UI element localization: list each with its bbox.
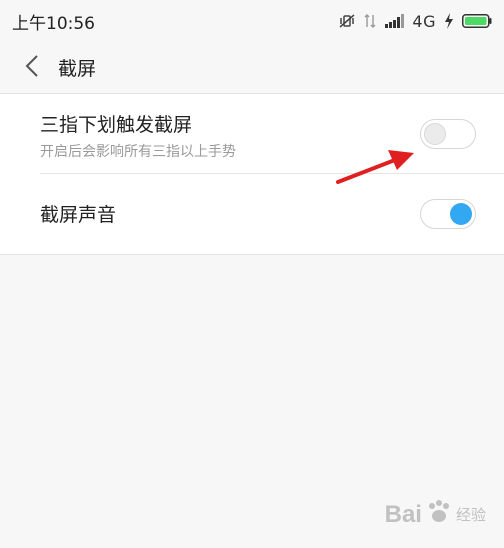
chevron-left-icon [25, 54, 39, 82]
charging-bolt-icon [444, 13, 454, 29]
screenshot-sound-toggle[interactable] [420, 199, 476, 229]
network-type: 4G [412, 11, 436, 31]
toggle-knob [450, 203, 472, 225]
status-time: 上午10:56 [12, 13, 95, 34]
data-arrows-icon [364, 13, 376, 29]
status-icons: 4G [338, 12, 492, 31]
toggle-knob [424, 123, 446, 145]
signal-icon [384, 14, 405, 28]
vibrate-icon [338, 13, 356, 29]
setting-title: 三指下划触发截屏 [40, 114, 193, 136]
header-bar: 截屏 [0, 42, 504, 94]
setting-subtitle: 开启后会影响所有三指以上手势 [40, 144, 236, 160]
watermark-brand: Bai [384, 500, 422, 528]
status-bar: 上午10:56 4G [0, 0, 504, 42]
settings-list: 三指下划触发截屏 开启后会影响所有三指以上手势 截屏声音 [0, 94, 504, 255]
watermark: Bai 经验 [385, 499, 486, 530]
setting-screenshot-sound[interactable]: 截屏声音 [0, 174, 504, 254]
setting-title: 截屏声音 [40, 204, 117, 226]
page-title: 截屏 [58, 58, 97, 80]
back-button[interactable] [10, 42, 54, 94]
setting-three-finger-screenshot[interactable]: 三指下划触发截屏 开启后会影响所有三指以上手势 [0, 94, 504, 174]
three-finger-toggle[interactable] [420, 119, 476, 149]
paw-icon [426, 499, 452, 530]
battery-icon [462, 14, 492, 28]
watermark-suffix: 经验 [455, 507, 486, 524]
